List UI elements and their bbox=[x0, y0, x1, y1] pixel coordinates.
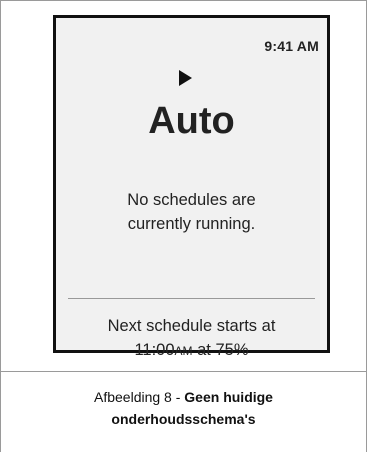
next-schedule-level: at 75% bbox=[192, 341, 249, 359]
next-schedule-ampm: AM bbox=[174, 344, 193, 358]
next-schedule: Next schedule starts at 11:00AM at 75% bbox=[56, 314, 327, 363]
frame-border-left bbox=[0, 0, 1, 452]
caption-prefix: Afbeelding 8 - bbox=[94, 389, 185, 405]
next-schedule-time: 11:00 bbox=[134, 341, 175, 359]
screen-divider bbox=[68, 298, 315, 299]
status-line-1: No schedules are bbox=[127, 191, 256, 209]
device-screen: 9:41 AM Auto No schedules are currently … bbox=[53, 15, 330, 359]
caption-line-1: Afbeelding 8 - Geen huidige bbox=[0, 386, 367, 408]
next-schedule-line-2: 11:00AM at 75% bbox=[56, 338, 327, 363]
mode-label: Auto bbox=[148, 100, 235, 142]
next-schedule-line-1: Next schedule starts at bbox=[107, 317, 276, 335]
caption-title-part-2: onderhoudsschema's bbox=[111, 411, 256, 427]
figure-caption: Afbeelding 8 - Geen huidige onderhoudssc… bbox=[0, 386, 367, 430]
clock-time: 9:41 AM bbox=[264, 38, 319, 54]
caption-line-2: onderhoudsschema's bbox=[0, 408, 367, 430]
status-line-2: currently running. bbox=[127, 215, 256, 233]
frame-divider bbox=[0, 371, 367, 372]
caption-title-part-1: Geen huidige bbox=[184, 389, 273, 405]
status-message: No schedules are currently running. bbox=[56, 188, 327, 236]
document-frame: 9:41 AM Auto No schedules are currently … bbox=[0, 0, 367, 452]
frame-border-top bbox=[0, 0, 367, 1]
play-icon[interactable] bbox=[179, 70, 192, 86]
